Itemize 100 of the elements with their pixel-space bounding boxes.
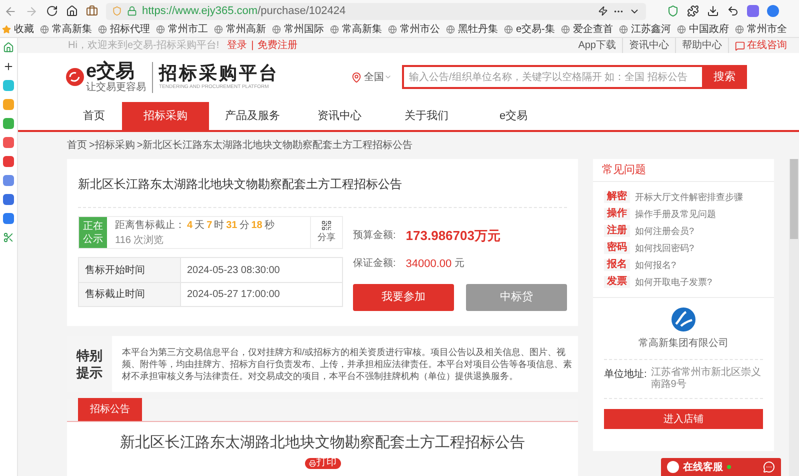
faq-link[interactable]: 操作手册及常见问题 <box>635 208 716 220</box>
globe-icon <box>98 25 107 34</box>
app-icon[interactable] <box>3 137 14 148</box>
shop-button[interactable]: 进入店铺 <box>604 409 763 429</box>
views-text: 116 次浏览 <box>115 234 165 248</box>
platform-title: 招标采购平台 <box>159 63 279 83</box>
nav-tab[interactable]: 首页 <box>66 102 122 130</box>
breadcrumb-link[interactable]: 首页 <box>67 138 87 153</box>
printer-icon <box>308 460 316 466</box>
globe-icon <box>272 25 281 34</box>
reload-icon[interactable] <box>46 5 58 17</box>
briefcase-icon[interactable] <box>86 5 98 17</box>
faq-link[interactable]: 如何找回密码? <box>635 242 694 254</box>
search-field[interactable]: 输入公告/组织单位名称，关键字以空格隔开 如：全国 招标公告 <box>402 65 702 89</box>
faq-title: 常见问题 <box>602 162 646 178</box>
faq-tag: 解密 <box>604 191 630 203</box>
bookmark-item[interactable]: 中国政府 <box>676 22 729 37</box>
plus-icon[interactable] <box>3 61 14 72</box>
company-logo-icon <box>670 306 697 333</box>
logo-slogan: 让交易更容易 <box>86 82 146 92</box>
bookmark-item[interactable]: 常州国际 <box>272 22 324 37</box>
bookmark-item[interactable]: 招标代理 <box>98 22 150 37</box>
chevron-down-icon <box>384 73 392 81</box>
bookmark-item[interactable]: 江苏鑫河 <box>618 22 671 37</box>
app-icon[interactable] <box>3 175 14 186</box>
app-icon[interactable] <box>3 118 14 129</box>
avatar-icon <box>667 461 679 473</box>
nav-tab[interactable]: 产品及服务 <box>209 102 296 130</box>
announcement-tab[interactable]: 招标公告 <box>78 398 142 421</box>
chat-widget[interactable]: 在线客服 <box>661 458 781 476</box>
bookmark-item[interactable]: e交易-集 <box>504 22 555 37</box>
scissors-icon[interactable] <box>3 232 14 243</box>
bookmark-item[interactable]: 收藏 <box>2 22 34 37</box>
back-icon[interactable] <box>4 4 17 18</box>
table-label-cell: 售标截止时间 <box>79 283 181 306</box>
tip-title: 特别提示 <box>67 336 112 392</box>
search-button[interactable]: 搜索 <box>702 65 747 89</box>
join-button[interactable]: 我要参加 <box>353 284 454 311</box>
nav-tab[interactable]: e交易 <box>470 102 557 130</box>
faq-link[interactable]: 如何开取电子发票? <box>635 276 712 288</box>
bookmark-item[interactable]: 黑牡丹集 <box>446 22 498 37</box>
table-cell-text: 2024-05-23 08:30:00 <box>186 264 280 278</box>
globe-icon <box>40 25 49 34</box>
register-link[interactable]: 免费注册 <box>258 38 298 53</box>
bookmark-item[interactable]: 爱企查首 <box>560 22 613 37</box>
app-icon[interactable] <box>3 80 14 91</box>
location-pin-icon <box>351 72 362 82</box>
table-label-cell: 售标开始时间 <box>79 258 181 282</box>
app-icon[interactable] <box>767 5 779 17</box>
app-icon[interactable] <box>3 213 14 224</box>
app-icon[interactable] <box>747 5 759 17</box>
nav-tab[interactable]: 招标采购 <box>122 102 209 130</box>
globe-icon <box>330 25 339 34</box>
faq-link[interactable]: 如何报名? <box>635 259 676 271</box>
share-button[interactable]: 分享 <box>310 217 342 248</box>
nav-tab[interactable]: 资讯中心 <box>296 102 383 130</box>
faq-tag: 操作 <box>604 208 630 220</box>
status-badge: 正在公示 <box>79 217 107 248</box>
app-icon[interactable] <box>3 99 14 110</box>
scrollbar-thumb[interactable] <box>790 159 798 239</box>
bookmark-item[interactable]: 常州市工 <box>156 22 208 37</box>
lightning-icon[interactable] <box>598 6 608 16</box>
separator-text: | <box>251 39 254 53</box>
globe-icon <box>676 25 686 34</box>
app-icon[interactable] <box>3 194 14 205</box>
shield-icon <box>112 6 122 16</box>
faq-link[interactable]: 如何注册会员? <box>635 225 694 237</box>
home-icon[interactable] <box>66 5 78 17</box>
address-text: 江苏省常州市新北区崇义南路9号 <box>650 367 762 391</box>
faq-link[interactable]: 开标大厅文件解密排查步骤 <box>635 191 743 203</box>
consult-link[interactable]: 在线咨询 <box>747 38 787 53</box>
globe-icon <box>156 25 165 34</box>
qr-code-icon <box>321 220 332 232</box>
region-selector[interactable]: 全国 <box>364 70 392 84</box>
bookmark-item[interactable]: 常州高新 <box>214 22 266 37</box>
puzzle-icon[interactable] <box>687 5 699 17</box>
globe-icon <box>618 25 628 34</box>
shield-icon[interactable] <box>667 5 679 17</box>
address-field[interactable]: https://www.ejy365.com/purchase/102424 <box>106 2 646 20</box>
chat-bubble-icon <box>763 461 775 473</box>
undo-icon[interactable] <box>727 5 739 17</box>
login-link[interactable]: 登录 <box>227 38 248 53</box>
nav-tab[interactable]: 关于我们 <box>383 102 470 130</box>
bookmark-item[interactable]: 常州市公 <box>388 22 440 37</box>
announcement-title: 新北区长江路东太湖路北地块文物勘察配套土方工程招标公告 <box>119 433 526 453</box>
deposit-value: 34000.00 <box>406 256 452 272</box>
company-name: 常高新集团有限公司 <box>638 336 728 351</box>
app-icon[interactable] <box>3 156 14 167</box>
faq-tag: 密码 <box>604 242 630 254</box>
download-icon[interactable] <box>707 5 719 17</box>
deposit-label: 保证金额: <box>353 256 396 272</box>
breadcrumb-link[interactable]: >招标采购 <box>89 138 135 153</box>
faq-tag: 注册 <box>604 225 630 237</box>
globe-icon <box>446 25 455 34</box>
faq-tag: 发票 <box>604 276 630 288</box>
bookmark-item[interactable]: 常高新集 <box>40 22 92 37</box>
breadcrumb-link[interactable]: >新北区长江路东太湖路北地块文物勘察配套土方工程招标公告 <box>136 138 413 153</box>
bookmark-item[interactable]: 常高新集 <box>330 22 382 37</box>
countdown-text: 距离售标截止： 4 天 7 时 31 分 18 秒 <box>115 218 276 232</box>
bookmark-item[interactable]: 常州市全 <box>734 22 787 37</box>
